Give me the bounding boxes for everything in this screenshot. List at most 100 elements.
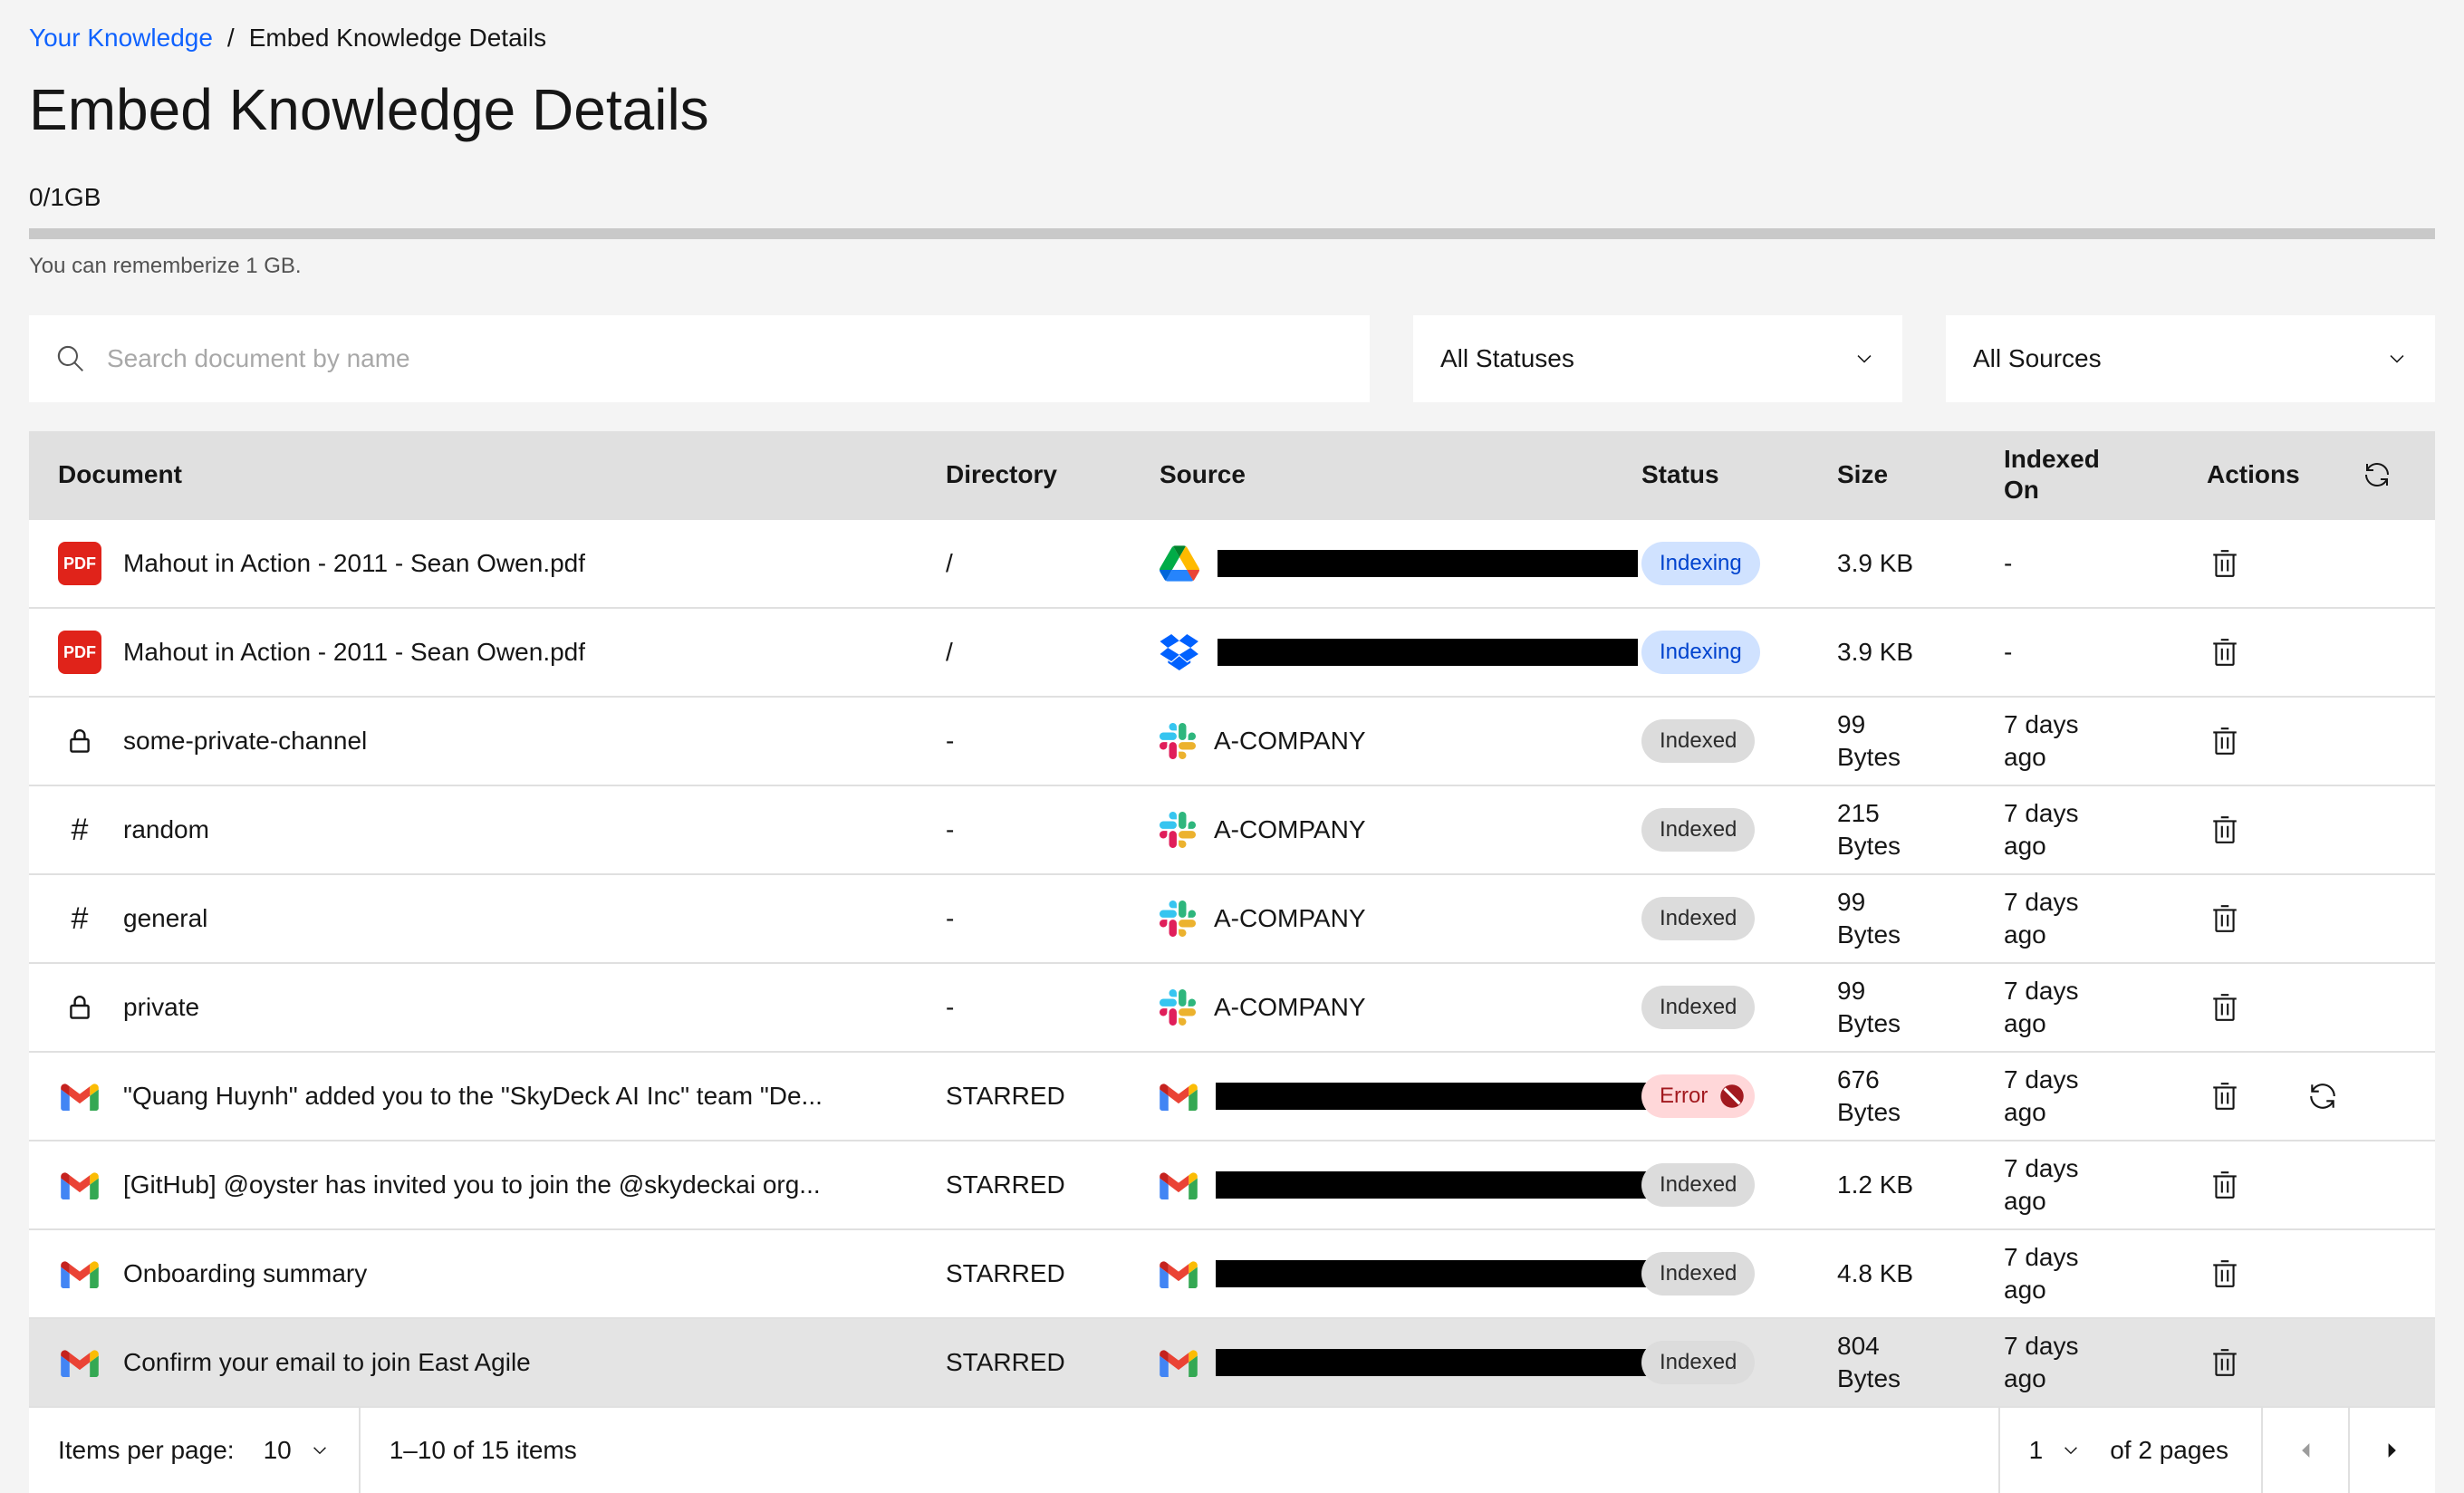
table-row[interactable]: PDF Mahout in Action - 2011 - Sean Owen.… [29,607,2435,696]
source-cell [1160,1170,1641,1199]
retry-icon [2307,1081,2338,1112]
trash-icon [2209,992,2240,1023]
caret-left-icon [2293,1438,2318,1463]
document-name: Confirm your email to join East Agile [123,1346,531,1379]
source-label: A-COMPANY [1214,991,1366,1024]
trash-icon [2209,903,2240,934]
source-cell: A-COMPANY [1160,901,1641,937]
items-per-page-select[interactable]: 10 [235,1408,359,1493]
table-row[interactable]: [GitHub] @oyster has invited you to join… [29,1140,2435,1228]
indexed-on-cell: 7 days ago [2004,708,2105,774]
size-cell: 99 Bytes [1837,975,1924,1040]
actions-cell [2207,1256,2406,1292]
header-status: Status [1641,460,1837,489]
breadcrumb-link-your-knowledge[interactable]: Your Knowledge [29,22,213,54]
status-filter-dropdown[interactable]: All Statuses [1413,315,1902,402]
table-body: PDF Mahout in Action - 2011 - Sean Owen.… [29,518,2435,1406]
table-row[interactable]: "Quang Huynh" added you to the "SkyDeck … [29,1051,2435,1140]
storage-usage-label: 0/1GB [29,183,2435,212]
redacted-source-bar [1218,550,1638,577]
delete-button[interactable] [2207,1344,2243,1381]
actions-cell [2207,545,2406,582]
next-page-button[interactable] [2348,1408,2435,1493]
delete-button[interactable] [2207,723,2243,759]
delete-button[interactable] [2207,901,2243,937]
redacted-source-bar [1216,1260,1654,1287]
indexed-on-cell: - [2004,547,2012,580]
search-icon [56,344,85,373]
table-row[interactable]: # random - A-COMPANY Indexed 215 Bytes 7… [29,785,2435,873]
pagination-range: 1–10 of 15 items [361,1436,606,1465]
refresh-table-button[interactable] [2359,457,2395,493]
trash-icon [2209,1258,2240,1289]
table-row[interactable]: Confirm your email to join East Agile ST… [29,1317,2435,1406]
chevron-down-icon [310,1440,330,1460]
table-row[interactable]: PDF Mahout in Action - 2011 - Sean Owen.… [29,518,2435,607]
source-filter-value: All Sources [1973,344,2102,373]
items-per-page-label: Items per page: [29,1436,235,1465]
size-cell: 676 Bytes [1837,1064,1924,1129]
storage-section: 0/1GB You can rememberize 1 GB. [29,183,2435,279]
previous-page-button[interactable] [2261,1408,2348,1493]
directory-cell: STARRED [946,1257,1160,1290]
pdf-icon: PDF [58,631,101,674]
source-filter-dropdown[interactable]: All Sources [1946,315,2435,402]
slack-icon [1160,812,1196,848]
search-box [29,315,1370,402]
status-filter-value: All Statuses [1440,344,1574,373]
trash-icon [2209,1347,2240,1378]
size-cell: 4.8 KB [1837,1257,1913,1290]
delete-button[interactable] [2207,1167,2243,1203]
embed-knowledge-page: Your Knowledge / Embed Knowledge Details… [0,0,2464,1493]
search-input[interactable] [103,342,1343,375]
document-name: private [123,991,199,1024]
status-badge: Indexed [1641,1252,1755,1296]
source-cell [1160,634,1641,670]
delete-button[interactable] [2207,1078,2243,1114]
size-cell: 804 Bytes [1837,1330,1924,1395]
table-row[interactable]: Onboarding summary STARRED Indexed 4.8 K… [29,1228,2435,1317]
delete-button[interactable] [2207,634,2243,670]
gmail-icon [58,1259,101,1288]
status-badge: Indexed [1641,986,1755,1029]
indexed-on-cell: 7 days ago [2004,1330,2105,1395]
size-cell: 99 Bytes [1837,886,1924,951]
retry-button[interactable] [2305,1078,2341,1114]
source-cell: A-COMPANY [1160,723,1641,759]
breadcrumb-separator: / [227,22,235,54]
directory-cell: STARRED [946,1346,1160,1379]
trash-icon [2209,814,2240,845]
delete-button[interactable] [2207,1256,2243,1292]
table-row[interactable]: # general - A-COMPANY Indexed 99 Bytes 7… [29,873,2435,962]
delete-button[interactable] [2207,812,2243,848]
dropbox-icon [1160,634,1199,670]
header-directory: Directory [946,460,1160,489]
pdf-icon: PDF [58,542,101,585]
gmail-icon [58,1170,101,1199]
caret-right-icon [2380,1438,2405,1463]
filter-bar: All Statuses All Sources [29,315,2435,402]
slack-icon [1160,989,1196,1026]
page-number-select[interactable]: 1 [1998,1408,2111,1493]
actions-cell [2207,1078,2406,1114]
breadcrumb-current: Embed Knowledge Details [249,22,546,54]
gmail-icon [1160,1170,1198,1199]
lock-icon [58,727,101,756]
delete-button[interactable] [2207,545,2243,582]
breadcrumb: Your Knowledge / Embed Knowledge Details [29,22,2435,54]
size-cell: 3.9 KB [1837,636,1913,669]
table-row[interactable]: some-private-channel - A-COMPANY Indexed… [29,696,2435,785]
gmail-icon [58,1348,101,1377]
gmail-icon [1160,1348,1198,1377]
status-badge: Error [1641,1074,1755,1118]
indexed-on-cell: 7 days ago [2004,975,2105,1040]
table-row[interactable]: private - A-COMPANY Indexed 99 Bytes 7 d… [29,962,2435,1051]
directory-cell: - [946,991,1160,1024]
source-cell [1160,1259,1641,1288]
header-size: Size [1837,460,2004,489]
directory-cell: / [946,636,1160,669]
indexed-on-cell: 7 days ago [2004,1064,2105,1129]
delete-button[interactable] [2207,989,2243,1026]
trash-icon [2209,637,2240,668]
redacted-source-bar [1216,1171,1654,1199]
